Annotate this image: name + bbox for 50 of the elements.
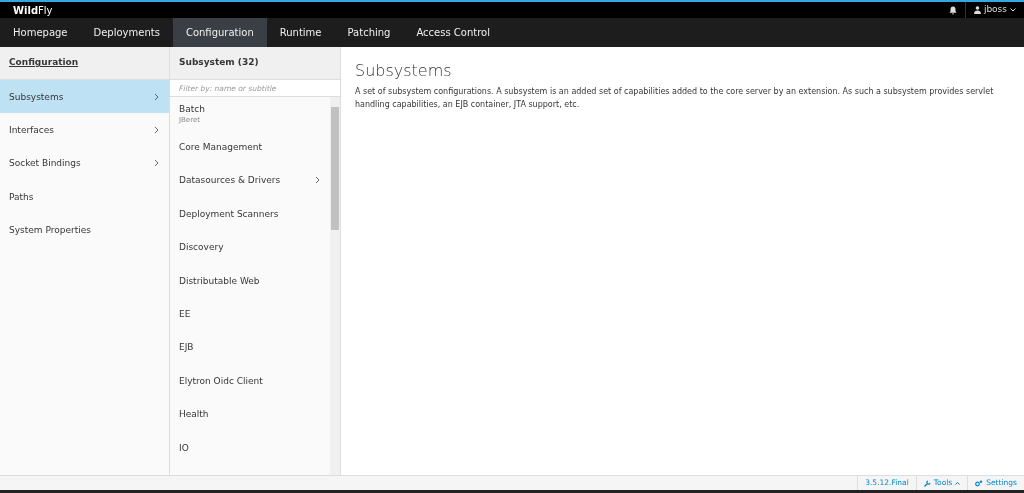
caret-up-icon (955, 481, 961, 485)
preview-title: Subsystems (355, 60, 453, 82)
item-label: Interfaces (9, 124, 54, 137)
item-label: Subsystems (9, 90, 64, 103)
nav-tab[interactable]: Runtime (266, 18, 335, 47)
column-item[interactable]: Socket Bindings (0, 146, 169, 181)
nav-tab[interactable]: Configuration (172, 18, 267, 47)
column-item[interactable]: Datasources & Drivers (170, 163, 330, 198)
column-item[interactable]: Core Management (170, 130, 330, 164)
nav-tab[interactable]: Deployments (80, 18, 173, 47)
column-title[interactable]: Configuration (9, 56, 79, 70)
column-item[interactable]: Elytron Oidc Client (170, 364, 330, 398)
column-item[interactable]: Health (170, 397, 330, 431)
item-label: Discovery (179, 241, 224, 254)
column-item[interactable]: IO (170, 430, 330, 465)
preview-description: A set of subsystem configurations. A subsystem is an added set of capabilities added to the core server by an extension. As such a subsystem provides servlet handling capabilities, an EJB container, JTA support, etc. (355, 86, 995, 111)
scrollbar[interactable] (330, 97, 340, 475)
nav-tab[interactable]: Patching (334, 18, 404, 47)
item-label: Socket Bindings (9, 157, 81, 170)
column-item[interactable]: Paths (0, 180, 169, 214)
item-label: System Properties (9, 224, 91, 237)
nav-tab[interactable]: Access Control (403, 18, 503, 47)
column-item[interactable]: Interfaces (0, 113, 169, 147)
caret-icon (1010, 8, 1016, 12)
column-item[interactable]: Discovery (170, 230, 330, 264)
bell-icon[interactable] (948, 5, 957, 15)
wrench-icon (923, 479, 931, 487)
user-icon (973, 6, 981, 14)
item-label: Datasources & Drivers (179, 174, 281, 187)
item-label: Paths (9, 190, 34, 203)
item-label: Elytron Oidc Client (179, 374, 263, 387)
column-item[interactable]: Subsystems (0, 80, 169, 114)
user-menu[interactable]: jboss (965, 2, 1024, 18)
column-item[interactable]: System Properties (0, 213, 169, 247)
brand-logo: WildFly (13, 3, 53, 18)
item-label: Health (179, 408, 209, 421)
item-label: Distributable Web (179, 274, 260, 287)
item-label: EJB (179, 341, 194, 354)
item-label: Deployment Scanners (179, 207, 279, 220)
settings-icon (975, 479, 984, 487)
item-label: IO (179, 441, 189, 454)
item-label: Batch (179, 102, 205, 115)
column-item[interactable]: Distributable Web (170, 263, 330, 298)
column-item[interactable]: EE (170, 297, 330, 331)
column-title: Subsystem (32) (179, 56, 259, 70)
item-label: EE (179, 308, 191, 321)
column-item[interactable]: Deployment Scanners (170, 197, 330, 231)
column-item[interactable]: EJB (170, 330, 330, 365)
item-label: Core Management (179, 141, 262, 154)
nav-tab[interactable]: Homepage (0, 18, 81, 47)
